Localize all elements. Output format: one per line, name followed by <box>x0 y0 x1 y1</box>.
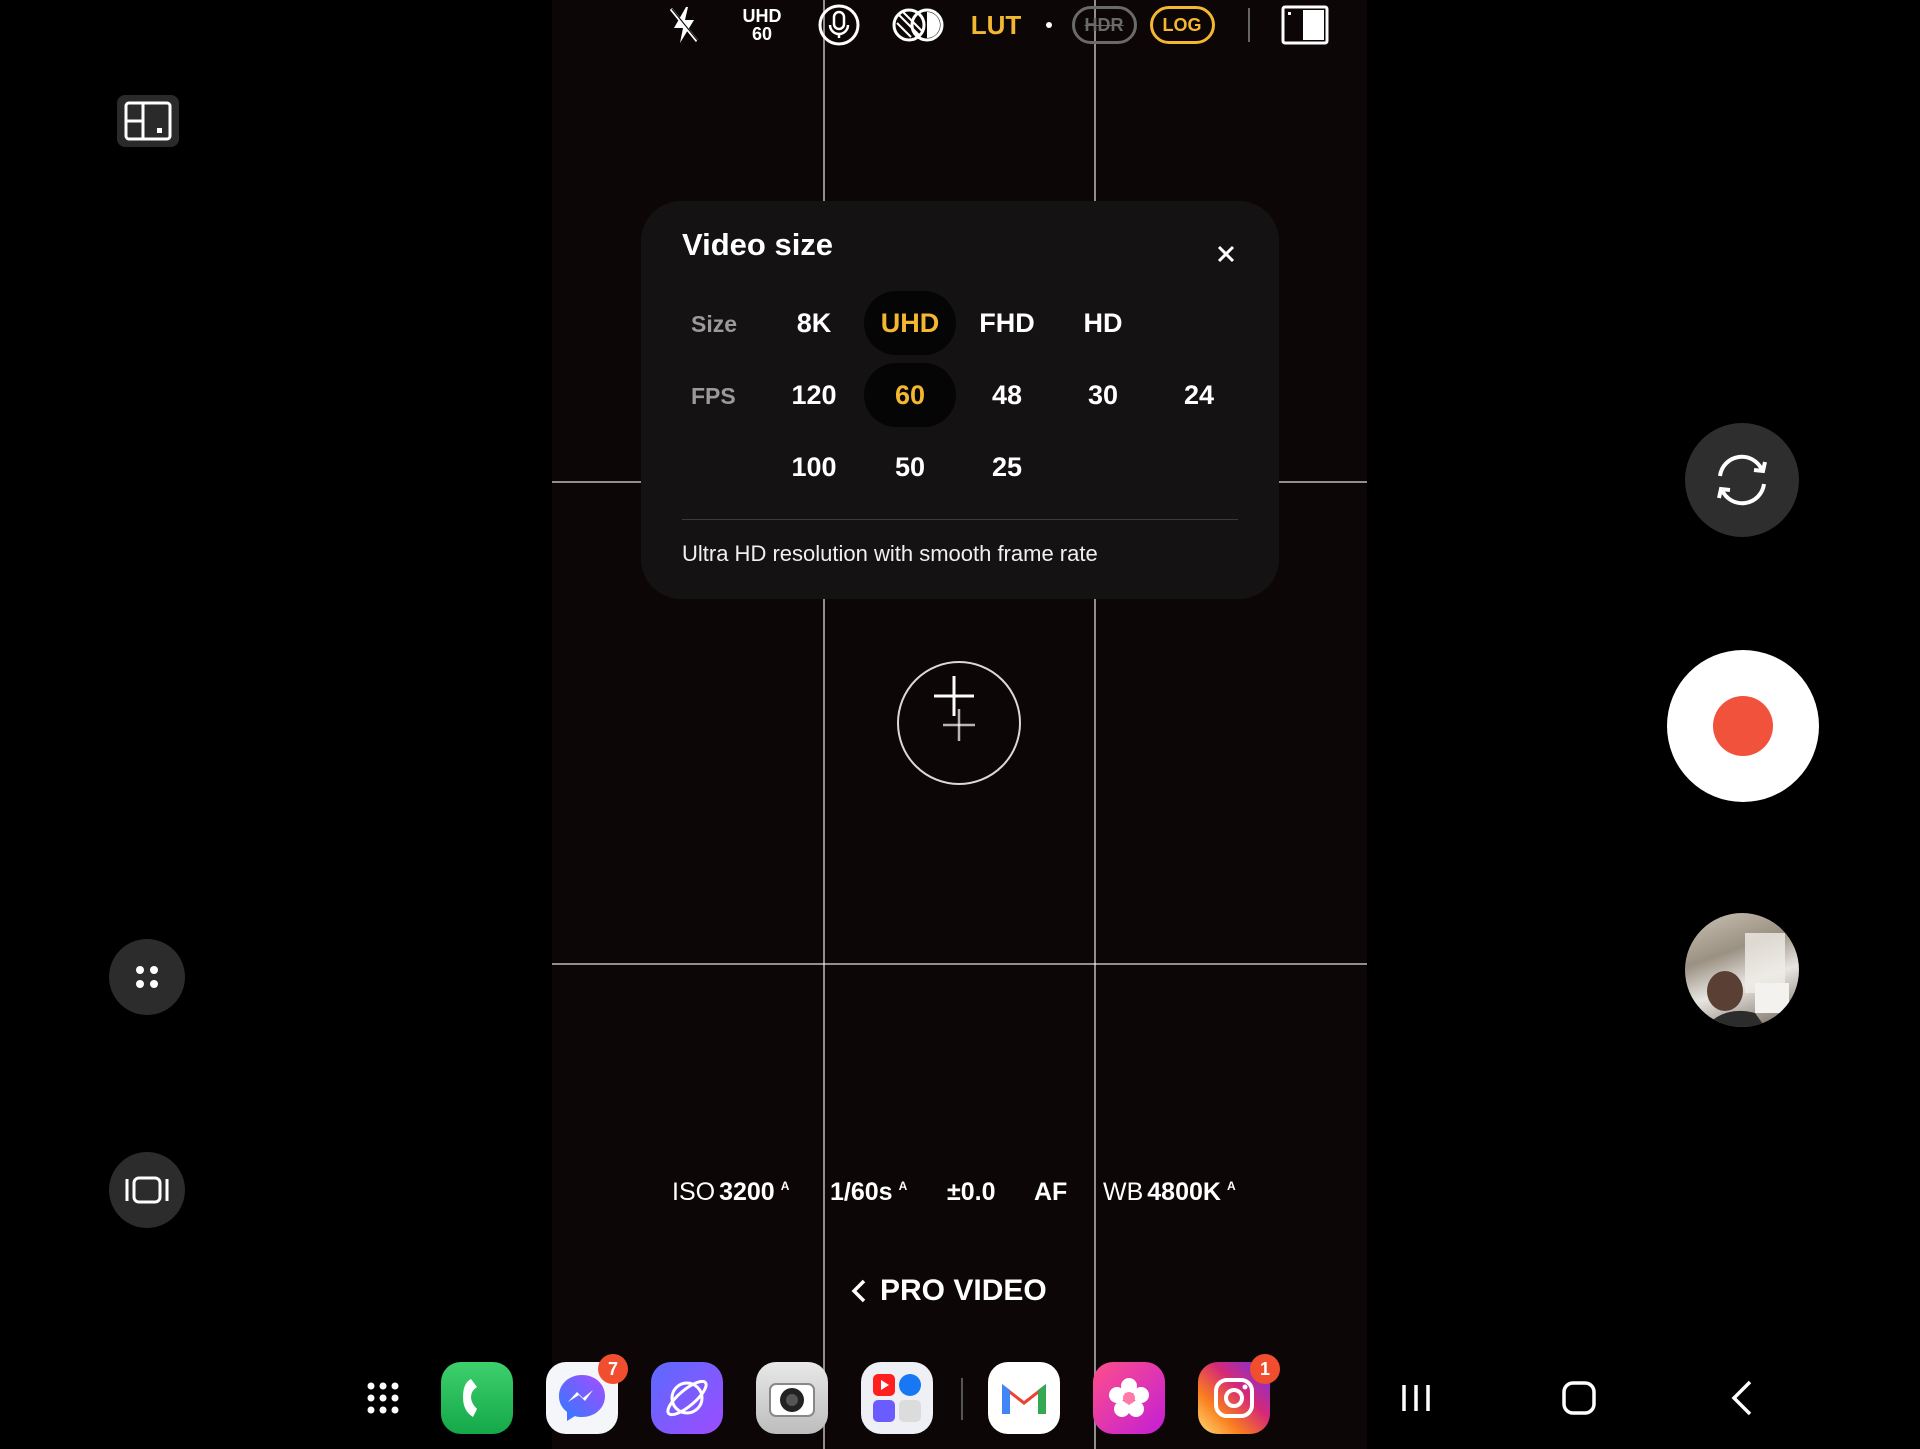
instagram-badge: 1 <box>1250 1354 1280 1384</box>
wb-auto-indicator: A <box>1226 1178 1236 1193</box>
apps-grid-icon <box>367 1382 399 1414</box>
video-size-button[interactable]: UHD 60 <box>738 0 786 50</box>
fps-option-24[interactable]: 24 <box>1153 363 1245 427</box>
hdr-label: HDR <box>1071 6 1137 44</box>
app-folder-icon <box>873 1374 921 1422</box>
exposure-control[interactable]: ±0.0 <box>947 1178 995 1207</box>
mode-label: PRO VIDEO <box>880 1274 1047 1307</box>
log-label: LOG <box>1149 6 1215 44</box>
aspect-ratio-icon <box>1281 5 1329 45</box>
layout-icon <box>124 101 172 141</box>
focus-control[interactable]: AF <box>1034 1178 1067 1207</box>
camera-app[interactable] <box>756 1362 828 1434</box>
gallery-thumbnail[interactable] <box>1685 913 1799 1027</box>
messenger-icon <box>559 1375 605 1421</box>
folder-app[interactable] <box>861 1362 933 1434</box>
messenger-badge: 7 <box>598 1354 628 1384</box>
filter-icon <box>892 8 944 42</box>
fps-option-100[interactable]: 100 <box>768 435 860 499</box>
dots-grid-icon <box>136 966 158 988</box>
app-drawer-button[interactable] <box>360 1375 406 1421</box>
separator-dot <box>1046 0 1052 50</box>
size-row-label: Size <box>691 311 738 337</box>
focus-value: AF <box>1034 1177 1068 1206</box>
fps-option-25[interactable]: 25 <box>961 435 1053 499</box>
phone-app[interactable] <box>441 1362 513 1434</box>
size-option-hd[interactable]: HD <box>1057 291 1149 355</box>
flash-off-icon <box>669 7 699 43</box>
toolbar-divider <box>1247 0 1251 50</box>
gallery-app[interactable] <box>1093 1362 1165 1434</box>
flower-icon <box>1109 1378 1149 1417</box>
gmail-app[interactable] <box>988 1362 1060 1434</box>
lut-button[interactable]: LUT <box>968 0 1024 50</box>
video-fps-label: 60 <box>751 24 773 44</box>
crosshair-icon <box>934 676 975 741</box>
switch-camera-icon <box>1717 454 1767 506</box>
wb-key: WB <box>1103 1177 1144 1206</box>
wb-value: 4800K <box>1147 1177 1221 1206</box>
shutter-value: 1/60s <box>830 1177 893 1206</box>
flash-button[interactable] <box>664 0 704 50</box>
record-button[interactable] <box>1667 650 1819 802</box>
shutter-auto-indicator: A <box>898 1178 908 1193</box>
mode-selector[interactable]: PRO VIDEO <box>850 1274 1047 1308</box>
taskbar-divider <box>961 1378 963 1420</box>
white-balance-control[interactable]: WB 4800K A <box>1103 1178 1236 1207</box>
switch-camera-button[interactable] <box>1685 423 1799 537</box>
video-size-popup: Video size Size 8K UHD FHD HD FPS 120 60… <box>641 201 1279 599</box>
internet-app[interactable] <box>651 1362 723 1434</box>
fps-row-label: FPS <box>691 383 736 409</box>
iso-value: 3200 <box>719 1177 775 1206</box>
aspect-ratio-button[interactable] <box>1280 0 1330 50</box>
messenger-app[interactable]: 7 <box>546 1354 628 1434</box>
microphone-button[interactable] <box>816 0 862 50</box>
close-button[interactable] <box>1211 239 1241 269</box>
layout-button[interactable] <box>117 95 179 147</box>
size-option-8k[interactable]: 8K <box>768 291 860 355</box>
microphone-icon <box>818 4 860 46</box>
popup-divider <box>682 519 1238 520</box>
phone-icon <box>463 1379 477 1417</box>
instagram-icon <box>1214 1378 1254 1418</box>
close-icon <box>1217 245 1235 263</box>
video-size-label: UHD <box>742 6 782 26</box>
fps-option-50[interactable]: 50 <box>864 435 956 499</box>
camera-icon <box>769 1383 815 1417</box>
view-mode-button[interactable] <box>109 1152 185 1228</box>
grid-line <box>552 963 1367 965</box>
hdr-button[interactable]: HDR <box>1071 0 1137 50</box>
back-icon <box>1731 1380 1752 1416</box>
gmail-icon <box>1002 1384 1046 1414</box>
popup-description: Ultra HD resolution with smooth frame ra… <box>682 541 1098 566</box>
fps-option-120[interactable]: 120 <box>768 363 860 427</box>
iso-control[interactable]: ISO 3200 A <box>672 1178 789 1207</box>
exposure-value: ±0.0 <box>947 1177 996 1206</box>
fps-option-60[interactable]: 60 <box>864 363 956 427</box>
popup-title: Video size <box>682 227 834 262</box>
fps-option-30[interactable]: 30 <box>1057 363 1149 427</box>
iso-auto-indicator: A <box>780 1178 790 1193</box>
fps-option-48[interactable]: 48 <box>961 363 1053 427</box>
back-button[interactable] <box>1720 1375 1766 1421</box>
home-button[interactable] <box>1556 1375 1602 1421</box>
record-icon <box>1713 696 1773 756</box>
recents-icon <box>1402 1385 1430 1411</box>
recents-button[interactable] <box>1393 1375 1439 1421</box>
home-icon <box>1562 1381 1596 1415</box>
filter-button[interactable] <box>890 0 946 50</box>
shutter-control[interactable]: 1/60s A <box>830 1178 907 1207</box>
size-option-fhd[interactable]: FHD <box>961 291 1053 355</box>
gallery-photo-icon <box>1705 933 1789 1027</box>
screen-mirror-icon <box>125 1176 169 1204</box>
size-option-uhd[interactable]: UHD <box>864 291 956 355</box>
shortcuts-button[interactable] <box>109 939 185 1015</box>
log-button[interactable]: LOG <box>1149 0 1215 50</box>
focus-ring[interactable] <box>897 661 1021 785</box>
chevron-left-icon <box>851 1279 866 1303</box>
iso-key: ISO <box>672 1177 716 1206</box>
instagram-app[interactable]: 1 <box>1198 1354 1280 1434</box>
internet-icon <box>666 1379 708 1417</box>
